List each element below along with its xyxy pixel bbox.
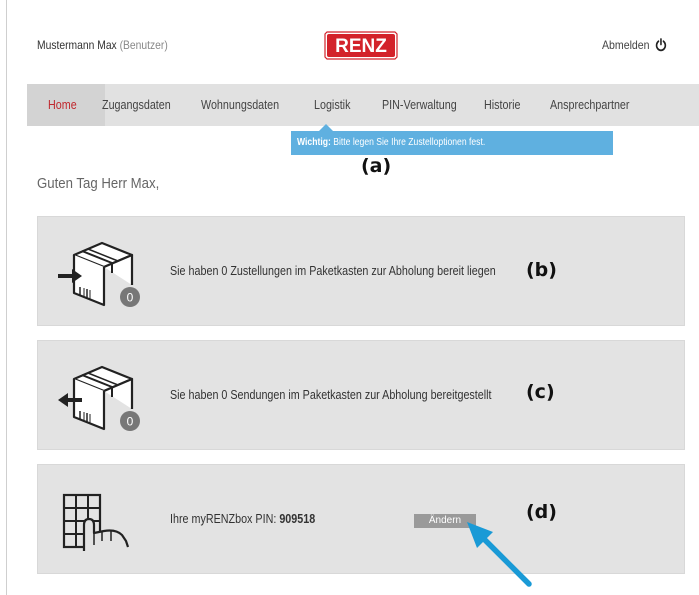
nav-item-pin-verwaltung[interactable]: PIN-Verwaltung xyxy=(382,84,457,126)
user-name: Mustermann Max xyxy=(37,38,117,52)
keypad-hand-icon xyxy=(62,493,130,551)
logout-button[interactable]: Abmelden xyxy=(602,38,667,52)
nav-item-ansprechpartner[interactable]: Ansprechpartner xyxy=(550,84,629,126)
notice-pointer xyxy=(319,124,333,131)
brand-text: RENZ xyxy=(335,36,387,57)
nav-item-wohnungsdaten[interactable]: Wohnungsdaten xyxy=(201,84,279,126)
notice-bold: Wichtig: xyxy=(297,137,331,148)
pointer-arrow-icon xyxy=(467,522,532,587)
nav-item-zugangsdaten[interactable]: Zugangsdaten xyxy=(102,84,171,126)
package-incoming-icon: 0 xyxy=(58,241,140,307)
deliveries-text: Sie haben 0 Zustellungen im Paketkasten … xyxy=(170,264,496,278)
app-frame: Mustermann Max (Benutzer) RENZ Abmelden … xyxy=(6,0,699,595)
annotation-b: (b) xyxy=(526,259,557,281)
logout-label: Abmelden xyxy=(602,38,650,52)
nav-item-historie[interactable]: Historie xyxy=(484,84,520,126)
renz-logo: RENZ xyxy=(324,31,398,60)
notice-text: Bitte legen Sie Ihre Zustelloptionen fes… xyxy=(330,137,486,148)
shipments-text: Sie haben 0 Sendungen im Paketkasten zur… xyxy=(170,388,492,402)
package-outgoing-icon: 0 xyxy=(58,365,140,431)
annotation-c: (c) xyxy=(526,381,555,403)
deliveries-count: 0 xyxy=(127,291,134,305)
greeting: Guten Tag Herr Max, xyxy=(37,175,160,192)
nav-item-logistik[interactable]: Logistik xyxy=(314,84,350,126)
deliveries-panel: 0 Sie haben 0 Zustellungen im Paketkaste… xyxy=(37,216,685,326)
shipments-count: 0 xyxy=(127,415,134,429)
nav-item-home[interactable]: Home xyxy=(48,84,77,126)
pin-text: Ihre myRENZbox PIN: 909518 xyxy=(170,512,315,526)
header: Mustermann Max (Benutzer) RENZ Abmelden xyxy=(7,0,699,84)
pin-value: 909518 xyxy=(279,512,316,526)
notice-banner: Wichtig: Bitte legen Sie Ihre Zustellopt… xyxy=(291,131,613,155)
shipments-panel: 0 Sie haben 0 Sendungen im Paketkasten z… xyxy=(37,340,685,450)
pin-panel: Ihre myRENZbox PIN: 909518 Ändern (d) xyxy=(37,464,685,574)
power-icon xyxy=(655,38,667,52)
user-info: Mustermann Max (Benutzer) xyxy=(37,38,168,52)
pin-label: Ihre myRENZbox PIN: xyxy=(170,512,280,526)
user-role: (Benutzer) xyxy=(119,38,168,52)
main-nav: Home Zugangsdaten Wohnungsdaten Logistik… xyxy=(27,84,699,126)
annotation-a: (a) xyxy=(361,155,392,177)
